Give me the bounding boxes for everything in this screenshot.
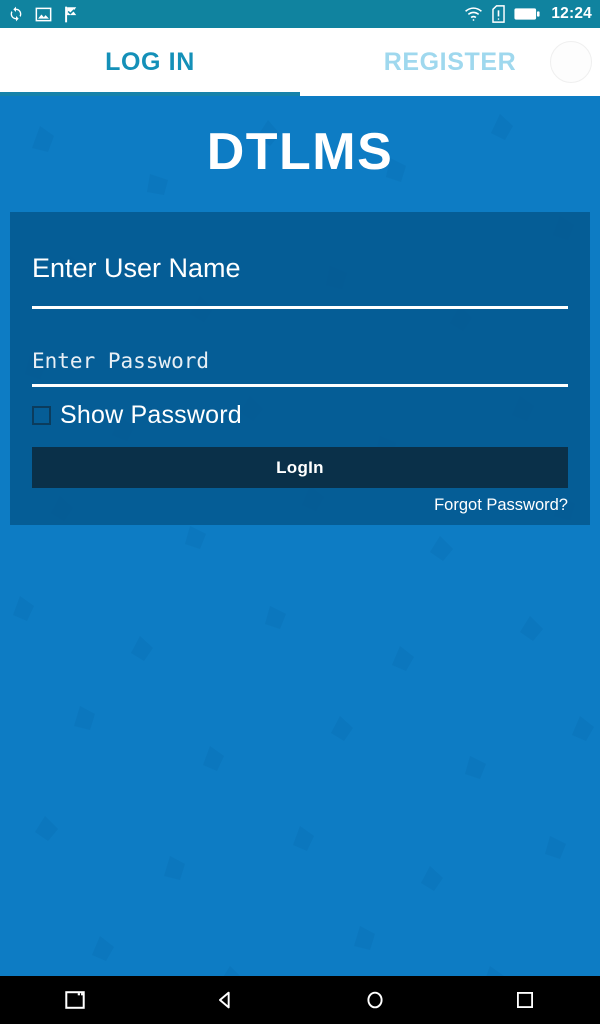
forgot-password-link[interactable]: Forgot Password?	[32, 496, 568, 515]
show-password-label: Show Password	[60, 401, 242, 429]
tab-ripple-indicator	[550, 41, 592, 83]
sim-alert-icon	[492, 5, 506, 23]
main-content: DTLMS Show Password LogIn Forgot Passwor…	[0, 96, 600, 1000]
app-title: DTLMS	[206, 123, 394, 181]
flag-check-icon	[65, 6, 77, 22]
screenshot-icon[interactable]	[0, 989, 150, 1011]
tab-active-indicator	[0, 92, 300, 96]
android-nav-bar	[0, 976, 600, 1024]
tab-login[interactable]: LOG IN	[0, 28, 300, 96]
sync-icon	[10, 6, 22, 22]
back-icon[interactable]	[150, 989, 300, 1011]
status-bar-clock: 12:24	[551, 5, 592, 22]
login-card: Show Password LogIn Forgot Password?	[10, 212, 590, 525]
status-bar: 12:24	[0, 0, 600, 28]
username-field-wrap	[32, 234, 568, 309]
home-icon[interactable]	[300, 989, 450, 1011]
battery-icon	[514, 8, 540, 20]
password-input[interactable]	[32, 341, 568, 387]
wifi-icon	[465, 7, 483, 21]
username-input[interactable]	[32, 234, 568, 309]
login-button[interactable]: LogIn	[32, 447, 568, 488]
status-bar-left-icons	[8, 6, 79, 23]
tab-bar: LOG IN REGISTER	[0, 28, 600, 96]
image-icon	[35, 7, 52, 21]
password-field-wrap	[32, 341, 568, 387]
status-bar-right-icons: 12:24	[464, 5, 592, 23]
recents-icon[interactable]	[450, 990, 600, 1010]
show-password-checkbox[interactable]	[32, 406, 51, 425]
show-password-row[interactable]: Show Password	[32, 401, 568, 430]
